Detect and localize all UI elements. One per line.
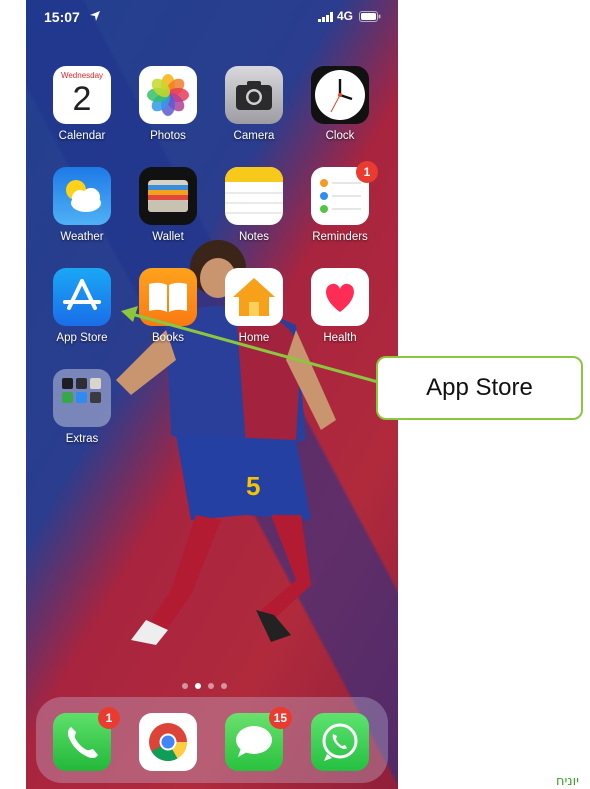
app-reminders[interactable]: 1 Reminders	[298, 161, 382, 263]
app-app-store[interactable]: App Store	[40, 268, 124, 364]
page-dot[interactable]	[208, 683, 214, 689]
app-store-icon	[53, 268, 111, 326]
svg-text:5: 5	[246, 471, 260, 501]
whatsapp-icon	[311, 713, 369, 771]
app-calendar[interactable]: Wednesday 2 Calendar	[40, 66, 124, 162]
footer-text: יוניח	[556, 774, 580, 789]
app-extras-folder[interactable]: Extras	[40, 369, 124, 465]
dock-messages[interactable]: 15	[212, 707, 296, 789]
home-icon	[225, 268, 283, 326]
page-dot[interactable]	[182, 683, 188, 689]
wallet-icon	[139, 167, 197, 225]
signal-strength-icon	[318, 12, 333, 22]
chrome-icon	[139, 713, 197, 771]
dock-whatsapp[interactable]	[298, 713, 382, 789]
app-photos[interactable]: Photos	[126, 66, 210, 162]
app-label: Health	[323, 332, 357, 344]
network-type: 4G	[337, 9, 354, 23]
calendar-icon: Wednesday 2	[53, 66, 111, 124]
app-label: Home	[238, 332, 270, 344]
phone-screen: 5 15:07 4G Wednesday 2 Calendar Photos C…	[26, 0, 398, 789]
notification-badge: 15	[268, 707, 292, 729]
status-bar: 15:07 4G	[26, 0, 398, 36]
notes-icon	[225, 167, 283, 225]
app-label: Clock	[325, 130, 355, 142]
app-home[interactable]: Home	[212, 268, 296, 364]
app-wallet[interactable]: Wallet	[126, 167, 210, 263]
dock-phone[interactable]: 1	[40, 707, 124, 789]
dock: 1 15	[36, 697, 388, 783]
app-notes[interactable]: Notes	[212, 167, 296, 263]
app-label: Calendar	[58, 130, 106, 142]
app-camera[interactable]: Camera	[212, 66, 296, 162]
battery-icon	[359, 11, 381, 22]
app-clock[interactable]: Clock	[298, 66, 382, 162]
notification-badge: 1	[98, 707, 120, 729]
weather-icon	[53, 167, 111, 225]
calendar-weekday: Wednesday	[60, 71, 104, 80]
status-time: 15:07	[44, 9, 80, 25]
app-store-callout: App Store	[376, 356, 583, 420]
app-label: Notes	[238, 231, 270, 243]
clock-icon	[311, 66, 369, 124]
app-health[interactable]: Health	[298, 268, 382, 364]
app-label: Wallet	[152, 231, 184, 243]
page-dot-active[interactable]	[195, 683, 201, 689]
camera-icon	[225, 66, 283, 124]
app-label: Weather	[60, 231, 104, 243]
location-arrow-icon	[90, 11, 100, 21]
notification-badge: 1	[356, 161, 378, 183]
photos-icon	[139, 66, 197, 124]
app-books[interactable]: Books	[126, 268, 210, 364]
app-label: Camera	[233, 130, 275, 142]
books-icon	[139, 268, 197, 326]
app-label: Books	[152, 332, 184, 344]
dock-chrome[interactable]	[126, 713, 210, 789]
folder-icon	[53, 369, 111, 427]
health-icon	[311, 268, 369, 326]
app-label: Reminders	[312, 231, 368, 243]
app-label: Extras	[65, 433, 99, 445]
page-indicator[interactable]	[182, 683, 242, 691]
page-dot[interactable]	[221, 683, 227, 689]
app-label: App Store	[56, 332, 108, 344]
app-label: Photos	[150, 130, 186, 142]
app-weather[interactable]: Weather	[40, 167, 124, 263]
calendar-date: 2	[72, 80, 92, 118]
